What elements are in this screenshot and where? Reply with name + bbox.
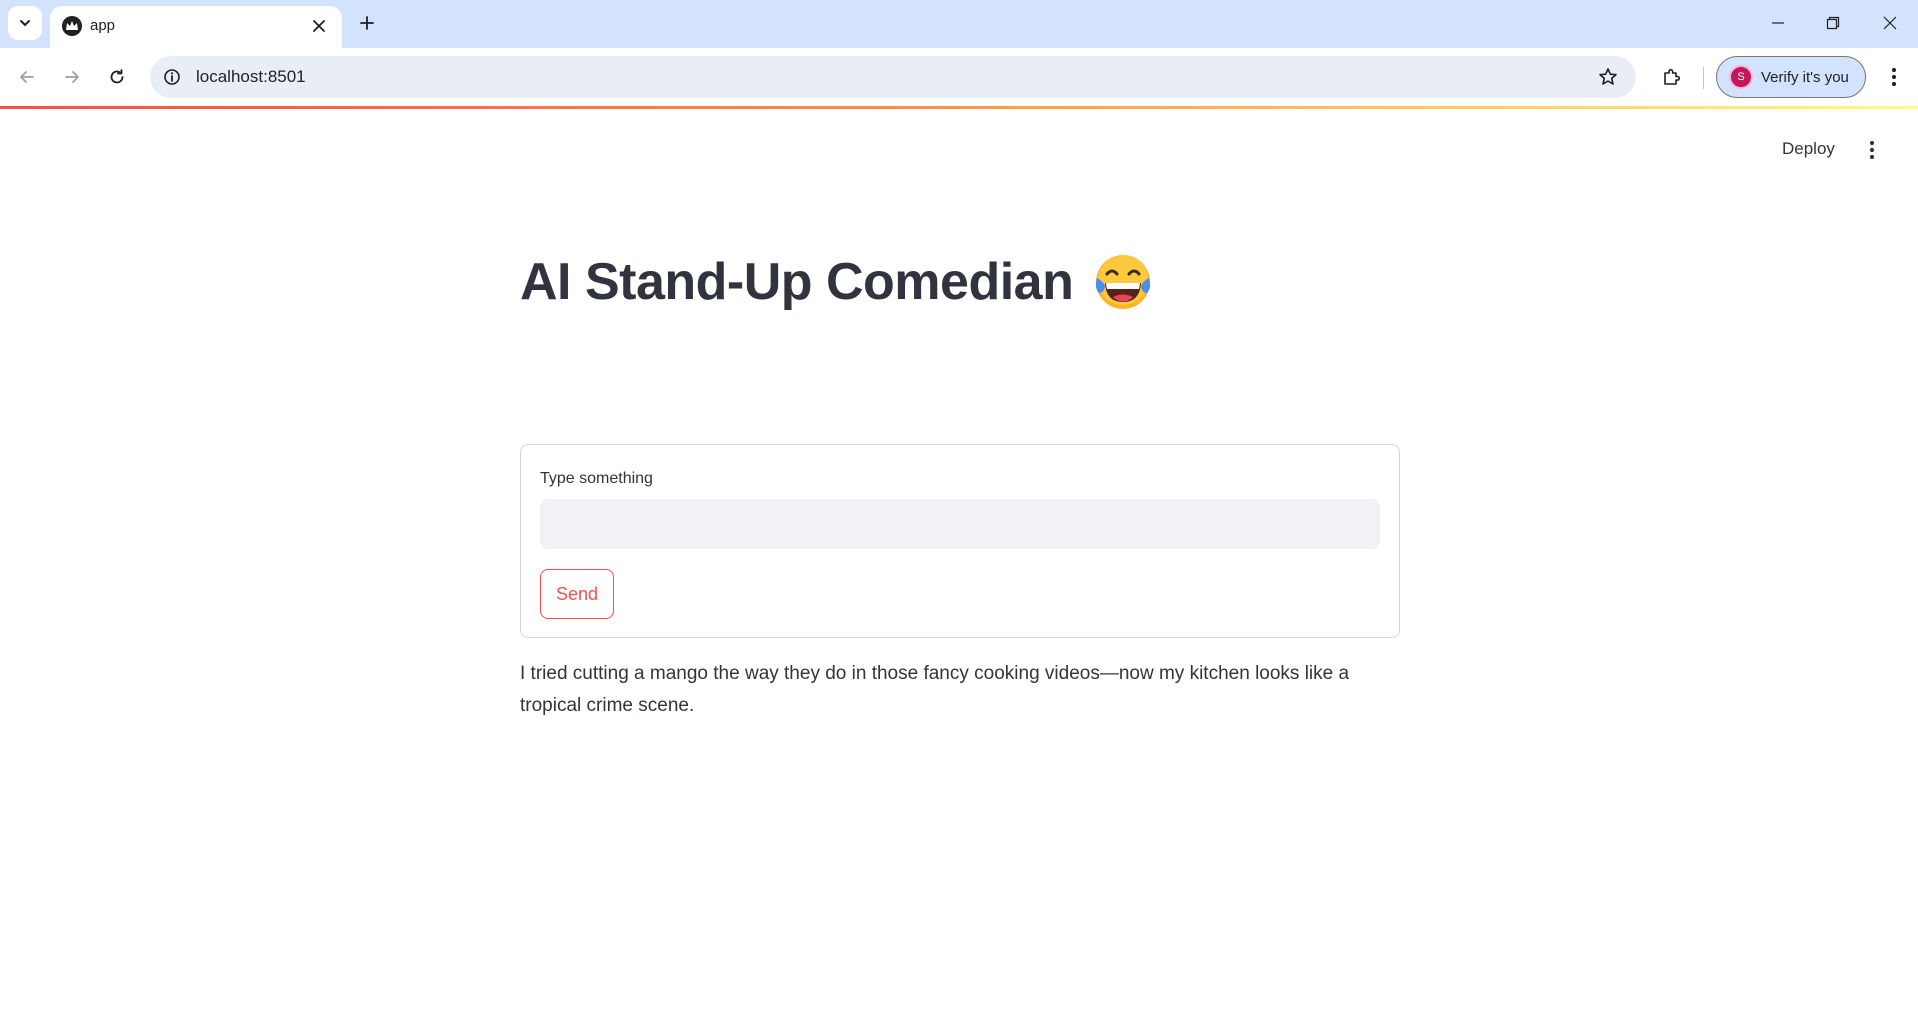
streamlit-app: Deploy AI Stand-Up Comedian Type somethi… bbox=[0, 106, 1918, 1016]
plus-icon bbox=[360, 16, 374, 30]
deploy-button[interactable]: Deploy bbox=[1772, 134, 1845, 164]
page-title-text: AI Stand-Up Comedian bbox=[520, 253, 1074, 311]
toolbar-divider bbox=[1703, 67, 1704, 89]
header-decoration-bar bbox=[0, 106, 1918, 109]
browser-tab-strip: app bbox=[0, 0, 1918, 48]
verify-profile-button[interactable]: S Verify it's you bbox=[1716, 56, 1866, 98]
main-block: AI Stand-Up Comedian Type something Send… bbox=[520, 246, 1400, 716]
tab-search-button[interactable] bbox=[8, 6, 42, 40]
site-info-icon[interactable] bbox=[160, 65, 184, 89]
app-main-menu-button[interactable] bbox=[1856, 134, 1888, 166]
text-input[interactable] bbox=[540, 499, 1380, 549]
puzzle-icon bbox=[1664, 68, 1681, 85]
browser-toolbar: localhost:8501 S Verify it's you bbox=[0, 48, 1918, 106]
text-input-label: Type something bbox=[540, 470, 653, 487]
close-icon bbox=[1883, 16, 1897, 30]
streamlit-crown-icon bbox=[62, 16, 82, 36]
reload-button[interactable] bbox=[99, 59, 135, 95]
restore-button[interactable] bbox=[1811, 6, 1855, 40]
reload-icon bbox=[110, 69, 124, 84]
tab-close-button[interactable] bbox=[308, 15, 330, 37]
bookmark-star-icon[interactable] bbox=[1596, 65, 1620, 89]
chevron-down-icon bbox=[20, 20, 30, 27]
input-form: Type something Send bbox=[520, 444, 1400, 638]
forward-button[interactable] bbox=[54, 59, 90, 95]
send-button[interactable]: Send bbox=[540, 569, 614, 619]
new-tab-button[interactable] bbox=[352, 8, 382, 38]
restore-icon bbox=[1826, 16, 1840, 30]
browser-menu-button[interactable] bbox=[1878, 59, 1910, 95]
extensions-button[interactable] bbox=[1654, 59, 1690, 95]
more-vert-icon bbox=[1892, 68, 1896, 86]
arrow-right-icon bbox=[65, 71, 79, 83]
minimize-icon bbox=[1772, 22, 1784, 24]
close-icon bbox=[313, 20, 325, 32]
verify-label: Verify it's you bbox=[1761, 68, 1849, 86]
browser-tab-active[interactable]: app bbox=[50, 6, 342, 48]
arrow-left-icon bbox=[20, 71, 34, 83]
back-button[interactable] bbox=[9, 59, 45, 95]
address-url[interactable]: localhost:8501 bbox=[196, 67, 306, 87]
more-vert-icon bbox=[1869, 140, 1875, 160]
minimize-button[interactable] bbox=[1756, 6, 1800, 40]
joke-output: I tried cutting a mango the way they do … bbox=[520, 663, 1350, 716]
avatar: S bbox=[1729, 65, 1753, 89]
tab-title: app bbox=[90, 17, 116, 34]
page-title: AI Stand-Up Comedian bbox=[520, 246, 1400, 318]
close-window-button[interactable] bbox=[1868, 6, 1912, 40]
address-bar[interactable]: localhost:8501 bbox=[150, 56, 1636, 98]
laughing-tears-emoji-icon bbox=[1096, 255, 1151, 309]
